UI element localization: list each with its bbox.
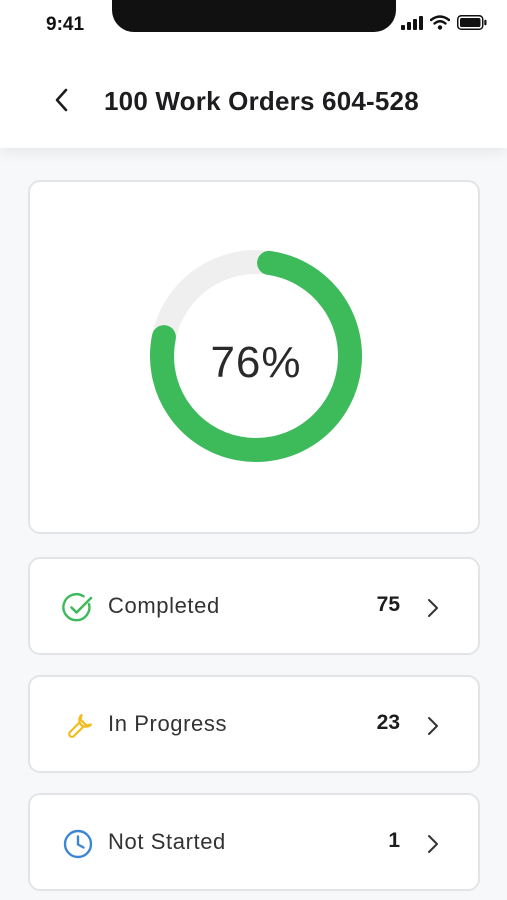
status-row-completed[interactable]: Completed 75	[28, 557, 480, 655]
clock-icon	[62, 828, 94, 860]
page-title: 100 Work Orders 604-528	[104, 86, 419, 116]
status-label: Not Started	[108, 829, 226, 854]
battery-icon	[457, 15, 487, 35]
device-notch	[112, 0, 396, 32]
wifi-icon	[429, 15, 451, 35]
chevron-right-icon	[428, 835, 438, 853]
chevron-right-icon	[428, 599, 438, 617]
chevron-left-icon	[55, 88, 68, 112]
status-time: 9:41	[46, 14, 85, 35]
progress-card: 76%	[28, 180, 480, 534]
chevron-right-icon	[428, 717, 438, 735]
status-row-in-progress[interactable]: In Progress 23	[28, 675, 480, 773]
signal-icon	[401, 15, 423, 35]
check-circle-icon	[62, 592, 94, 624]
back-button[interactable]	[46, 84, 78, 116]
status-count: 75	[376, 593, 400, 616]
progress-percent: 76%	[210, 338, 302, 387]
title-row: 100 Work Orders 604-528	[0, 74, 507, 126]
status-label: In Progress	[108, 711, 228, 736]
status-bar: 9:41	[0, 0, 507, 48]
status-row-not-started[interactable]: Not Started 1	[28, 793, 480, 891]
status-count: 1	[388, 829, 400, 852]
status-label: Completed	[108, 593, 220, 618]
status-count: 23	[376, 711, 400, 734]
status-icons	[401, 15, 487, 35]
wrench-icon	[62, 710, 94, 742]
app-header: 9:41 100 Work Orders 604-528	[0, 0, 507, 148]
